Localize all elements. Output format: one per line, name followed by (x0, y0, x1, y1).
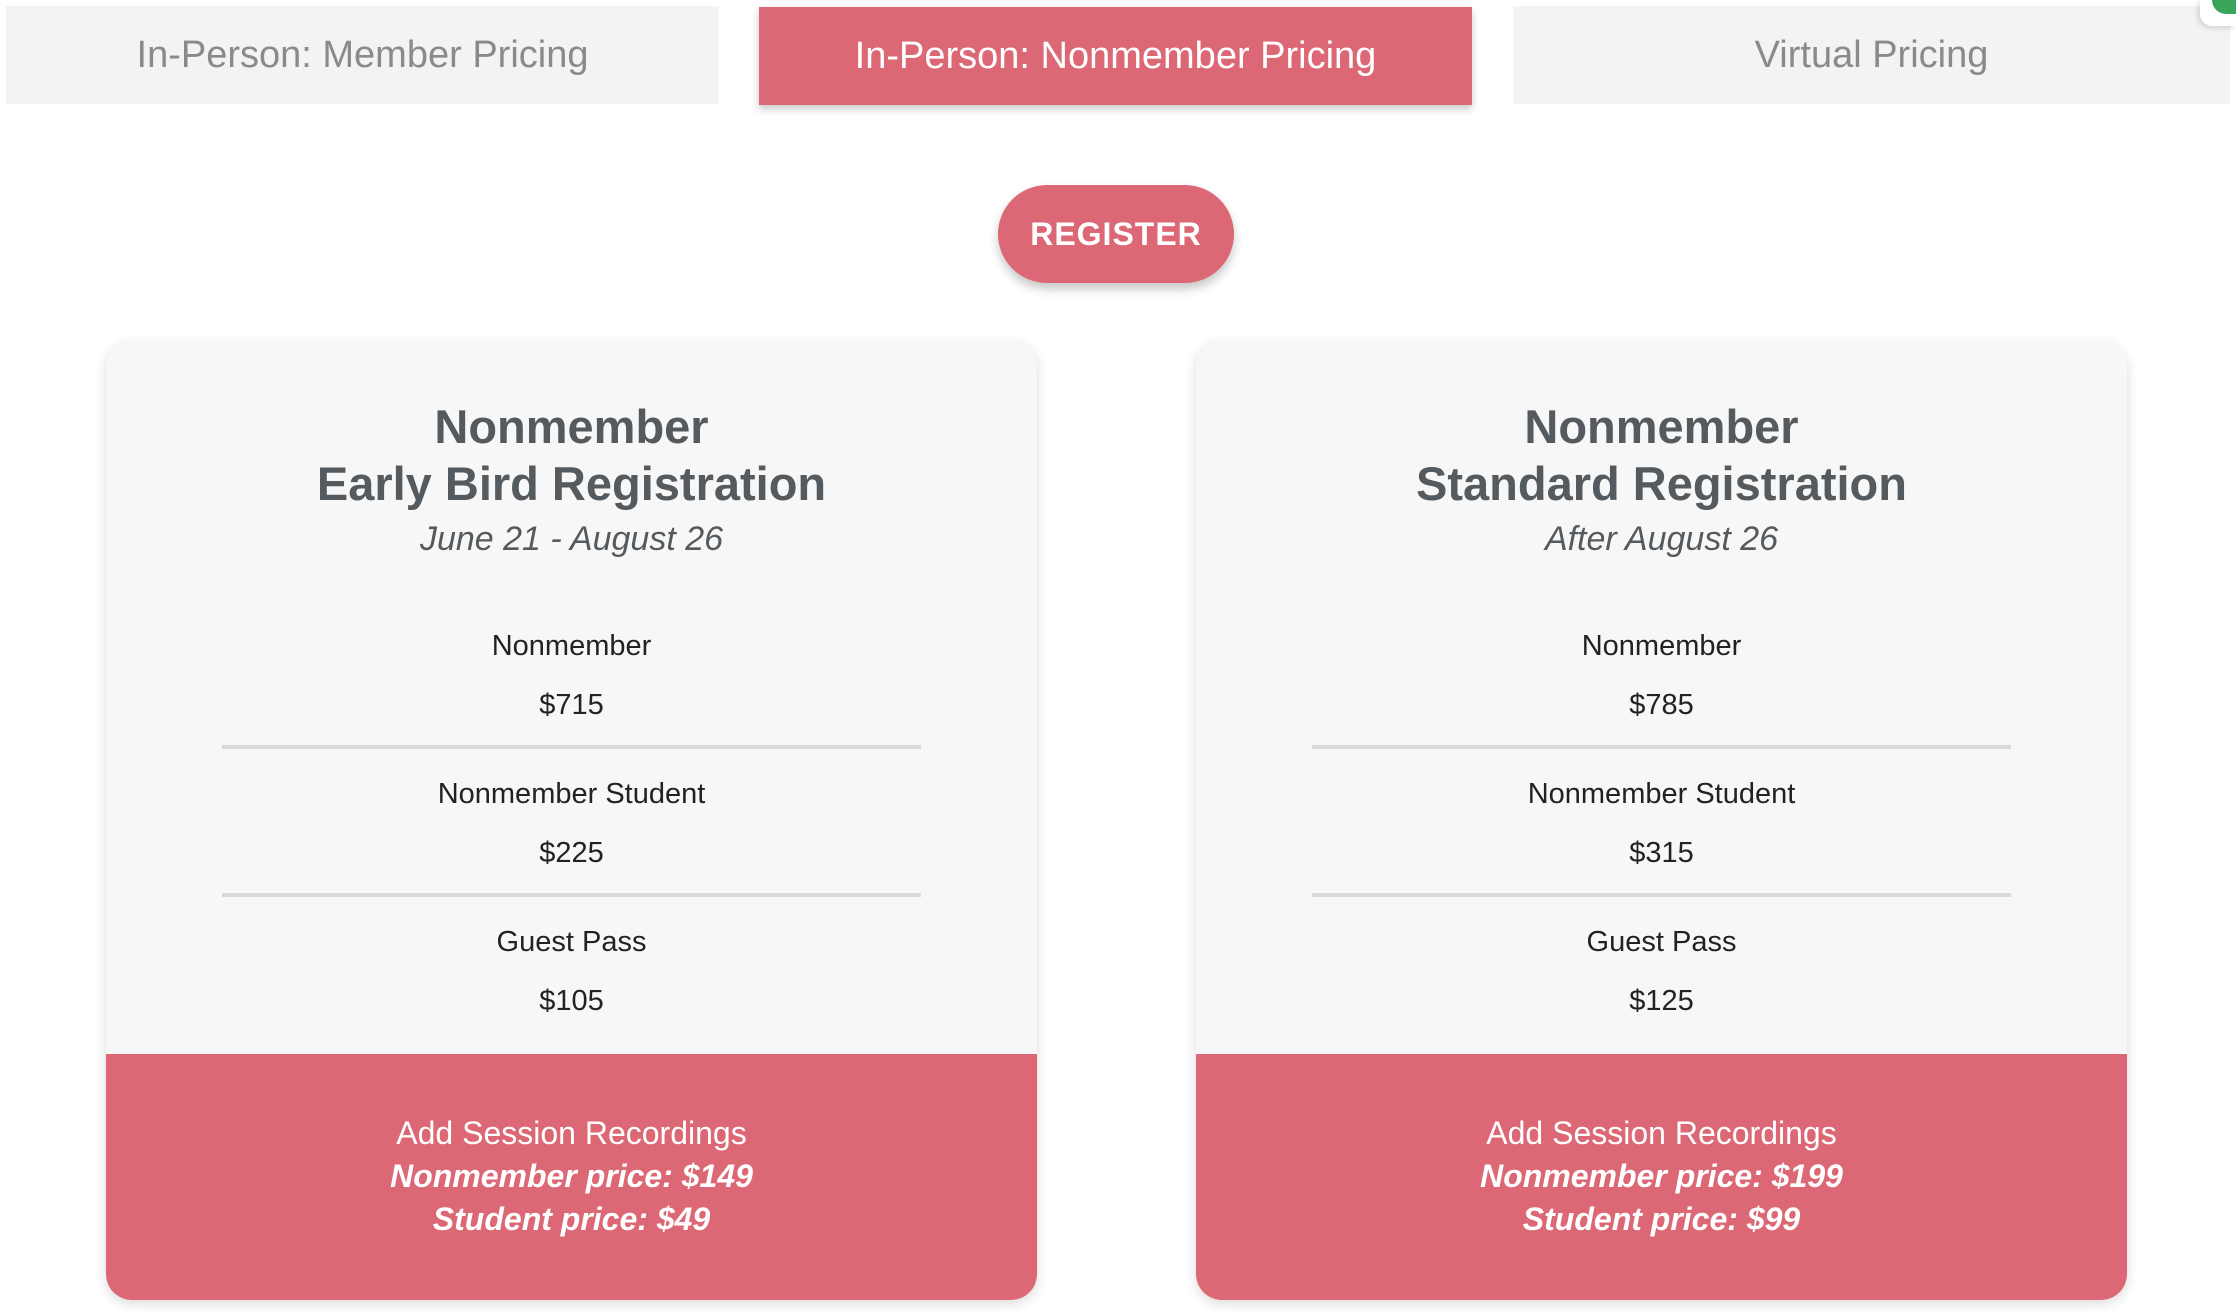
price-row: Nonmember Student $315 (1196, 778, 2127, 870)
price-label: Nonmember (491, 630, 652, 662)
footer-student-price: Student price: $99 (1522, 1201, 1801, 1237)
price-row: Nonmember Student $225 (106, 778, 1037, 870)
tab-in-person-nonmember-pricing[interactable]: In-Person: Nonmember Pricing (759, 7, 1472, 105)
price-row: Nonmember $785 (1196, 630, 2127, 722)
price-row: Guest Pass $125 (1196, 926, 2127, 1018)
divider (1312, 893, 2011, 897)
early-bird-registration-card: Nonmember Early Bird Registration June 2… (106, 340, 1037, 1300)
tab-virtual-pricing[interactable]: Virtual Pricing (1513, 6, 2230, 104)
price-amount: $315 (1629, 837, 1694, 869)
session-recordings-footer: Add Session Recordings Nonmember price: … (1196, 1054, 2127, 1300)
card-dates: June 21 - August 26 (419, 520, 724, 558)
pricing-page: In-Person: Member Pricing In-Person: Non… (0, 0, 2236, 1314)
card-title: Nonmember Standard Registration (1196, 398, 2127, 512)
card-title: Nonmember Early Bird Registration (106, 398, 1037, 512)
card-title-line-1: Nonmember (1524, 400, 1799, 453)
card-dates: After August 26 (1544, 520, 1779, 558)
price-amount: $785 (1629, 689, 1694, 721)
footer-heading: Add Session Recordings (1486, 1115, 1837, 1151)
card-title-line-1: Nonmember (434, 400, 709, 453)
price-row: Guest Pass $105 (106, 926, 1037, 1018)
card-title-line-2: Standard Registration (1416, 457, 1907, 510)
price-label: Guest Pass (496, 926, 647, 958)
price-amount: $125 (1629, 985, 1694, 1017)
divider (222, 745, 921, 749)
price-label: Nonmember Student (1527, 778, 1796, 810)
session-recordings-footer: Add Session Recordings Nonmember price: … (106, 1054, 1037, 1300)
footer-student-price: Student price: $49 (432, 1201, 711, 1237)
standard-registration-card: Nonmember Standard Registration After Au… (1196, 340, 2127, 1300)
price-label: Nonmember Student (437, 778, 706, 810)
card-title-line-2: Early Bird Registration (316, 457, 827, 510)
divider (222, 893, 921, 897)
price-amount: $715 (539, 689, 604, 721)
price-row: Nonmember $715 (106, 630, 1037, 722)
divider (1312, 745, 2011, 749)
leaf-icon (2200, 0, 2236, 26)
price-amount: $225 (539, 837, 604, 869)
price-label: Guest Pass (1586, 926, 1737, 958)
price-amount: $105 (539, 985, 604, 1017)
tab-in-person-member-pricing[interactable]: In-Person: Member Pricing (6, 6, 719, 104)
pricing-tabs: In-Person: Member Pricing In-Person: Non… (6, 6, 2230, 105)
footer-heading: Add Session Recordings (396, 1115, 747, 1151)
footer-nonmember-price: Nonmember price: $149 (390, 1158, 753, 1194)
register-button[interactable]: REGISTER (998, 185, 1234, 283)
price-label: Nonmember (1581, 630, 1742, 662)
footer-nonmember-price: Nonmember price: $199 (1480, 1158, 1843, 1194)
